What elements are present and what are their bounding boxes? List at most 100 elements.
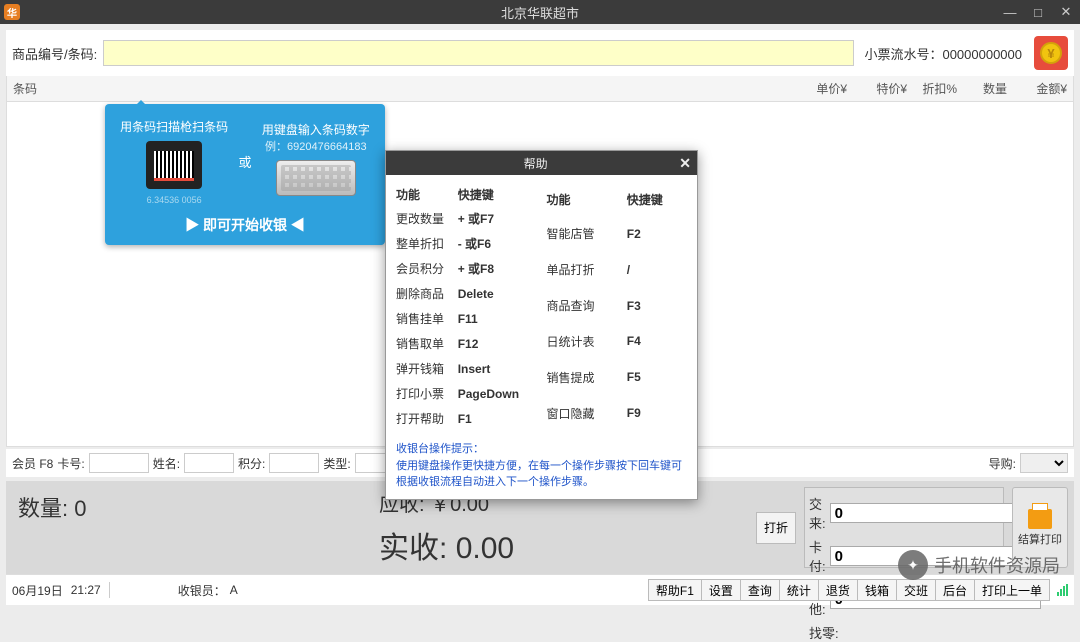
help-func: 整单折扣 bbox=[396, 231, 458, 256]
help-func: 智能店管 bbox=[547, 216, 627, 252]
pay-cash-label: 交来: bbox=[809, 494, 826, 532]
help-key: F4 bbox=[627, 323, 687, 359]
action-button-设置[interactable]: 设置 bbox=[702, 579, 741, 601]
example-code: 例：6920476664183 bbox=[262, 138, 370, 154]
help-func: 商品查询 bbox=[547, 288, 627, 324]
card-label: 卡号: bbox=[57, 455, 84, 472]
action-button-统计[interactable]: 统计 bbox=[780, 579, 819, 601]
help-key: + 或F7 bbox=[458, 206, 537, 231]
member-label: 会员 F8 bbox=[12, 455, 53, 472]
barcode-label: 商品编号/条码: bbox=[12, 44, 97, 63]
points-label: 积分: bbox=[238, 455, 265, 472]
help-func: 打印小票 bbox=[396, 381, 458, 406]
guide-select[interactable] bbox=[1020, 453, 1068, 473]
col-qty: 数量 bbox=[963, 76, 1013, 101]
status-time: 21:27 bbox=[71, 583, 101, 597]
name-label: 姓名: bbox=[153, 455, 180, 472]
points-input[interactable] bbox=[269, 453, 319, 473]
help-key: F9 bbox=[627, 395, 687, 431]
col-amount: 金额¥ bbox=[1013, 76, 1073, 101]
window-title: 北京华联超市 bbox=[501, 3, 579, 22]
cashier-label: 收银员： bbox=[178, 582, 226, 599]
action-button-退货[interactable]: 退货 bbox=[819, 579, 858, 601]
barcode-row: 商品编号/条码: 小票流水号：00000000000 ¥ bbox=[6, 30, 1074, 76]
action-button-交班[interactable]: 交班 bbox=[897, 579, 936, 601]
action-button-打印上一单[interactable]: 打印上一单 bbox=[975, 579, 1050, 601]
onboarding-balloon: 用条码扫描枪扫条码 6.34536 0056 或 用键盘输入条码数字 例：692… bbox=[105, 104, 385, 245]
action-button-查询[interactable]: 查询 bbox=[741, 579, 780, 601]
help-key: Insert bbox=[458, 356, 537, 381]
close-button[interactable]: ✕ bbox=[1052, 0, 1080, 24]
minimize-button[interactable]: — bbox=[996, 0, 1024, 24]
help-tip: 收银台操作提示： 使用键盘操作更快捷方便，在每一个操作步骤按下回车键可根据收银流… bbox=[396, 441, 687, 491]
help-func: 更改数量 bbox=[396, 206, 458, 231]
type-label: 类型: bbox=[323, 455, 350, 472]
payment-box: 交来: 卡付: 其他: 找零: bbox=[804, 487, 1004, 568]
pay-change-label: 找零: bbox=[809, 623, 839, 642]
action-button-钱箱[interactable]: 钱箱 bbox=[858, 579, 897, 601]
col-discount: 折扣% bbox=[913, 76, 963, 101]
help-close-button[interactable]: ✕ bbox=[679, 155, 691, 172]
type-hint: 用键盘输入条码数字 bbox=[262, 121, 370, 138]
actual-display: 实收: 0.00 bbox=[379, 523, 738, 567]
help-func: 销售挂单 bbox=[396, 306, 458, 331]
guide-label: 导购: bbox=[989, 455, 1016, 472]
action-buttons: 帮助F1设置查询统计退货钱箱交班后台打印上一单 bbox=[648, 579, 1050, 601]
help-left-table: 功能快捷键 更改数量+ 或F7整单折扣- 或F6会员积分+ 或F8删除商品Del… bbox=[396, 183, 537, 431]
qty-display: 数量: 0 bbox=[18, 491, 371, 523]
help-func: 窗口隐藏 bbox=[547, 395, 627, 431]
discount-button[interactable]: 打折 bbox=[756, 512, 796, 544]
grid-header: 条码 单价¥ 特价¥ 折扣% 数量 金额¥ bbox=[6, 76, 1074, 102]
help-func: 销售提成 bbox=[547, 359, 627, 395]
help-func: 单品打折 bbox=[547, 252, 627, 288]
signal-icon bbox=[1057, 584, 1068, 596]
start-hint: ▶ 即可开始收银 ◀ bbox=[115, 215, 375, 235]
or-label: 或 bbox=[238, 152, 251, 171]
status-date: 06月19日 bbox=[12, 582, 63, 599]
help-key: F3 bbox=[627, 288, 687, 324]
help-key: / bbox=[627, 252, 687, 288]
help-key: F11 bbox=[458, 306, 537, 331]
status-bar: 06月19日 21:27 收银员： A 帮助F1设置查询统计退货钱箱交班后台打印… bbox=[6, 574, 1074, 605]
printer-icon bbox=[1028, 509, 1052, 529]
pay-card-input[interactable] bbox=[830, 546, 1041, 566]
col-unit-price: 单价¥ bbox=[783, 76, 853, 101]
help-key: - 或F6 bbox=[458, 231, 537, 256]
barcode-input[interactable] bbox=[103, 40, 854, 66]
help-key: F1 bbox=[458, 406, 537, 431]
help-func: 删除商品 bbox=[396, 281, 458, 306]
col-barcode: 条码 bbox=[7, 76, 783, 101]
help-title: 帮助 bbox=[392, 155, 679, 172]
serial-label: 小票流水号：00000000000 bbox=[864, 44, 1022, 63]
window-titlebar: 华 北京华联超市 — □ ✕ bbox=[0, 0, 1080, 24]
cashier-value: A bbox=[230, 583, 238, 597]
pay-card-label: 卡付: bbox=[809, 537, 826, 575]
coin-icon: ¥ bbox=[1040, 42, 1062, 64]
checkout-print-button[interactable]: 结算打印 bbox=[1012, 487, 1068, 568]
help-func: 弹开钱箱 bbox=[396, 356, 458, 381]
barcode-scanner-icon bbox=[146, 141, 202, 189]
help-key: F5 bbox=[627, 359, 687, 395]
help-key: PageDown bbox=[458, 381, 537, 406]
cash-button[interactable]: ¥ bbox=[1034, 36, 1068, 70]
help-key: + 或F8 bbox=[458, 256, 537, 281]
col-special-price: 特价¥ bbox=[853, 76, 913, 101]
maximize-button[interactable]: □ bbox=[1024, 0, 1052, 24]
help-func: 会员积分 bbox=[396, 256, 458, 281]
help-key: F2 bbox=[627, 216, 687, 252]
help-func: 日统计表 bbox=[547, 323, 627, 359]
pay-cash-input[interactable] bbox=[830, 503, 1041, 523]
help-func: 打开帮助 bbox=[396, 406, 458, 431]
help-func: 销售取单 bbox=[396, 331, 458, 356]
action-button-后台[interactable]: 后台 bbox=[936, 579, 975, 601]
help-key: Delete bbox=[458, 281, 537, 306]
name-input[interactable] bbox=[184, 453, 234, 473]
help-dialog: 帮助 ✕ 功能快捷键 更改数量+ 或F7整单折扣- 或F6会员积分+ 或F8删除… bbox=[385, 150, 698, 500]
keyboard-icon bbox=[276, 160, 356, 196]
help-right-table: 功能快捷键 智能店管F2单品打折/商品查询F3日统计表F4销售提成F5窗口隐藏F… bbox=[547, 183, 688, 431]
action-button-帮助F1[interactable]: 帮助F1 bbox=[648, 579, 702, 601]
scan-hint: 用条码扫描枪扫条码 bbox=[120, 118, 228, 135]
app-icon: 华 bbox=[4, 4, 20, 20]
card-input[interactable] bbox=[89, 453, 149, 473]
help-key: F12 bbox=[458, 331, 537, 356]
